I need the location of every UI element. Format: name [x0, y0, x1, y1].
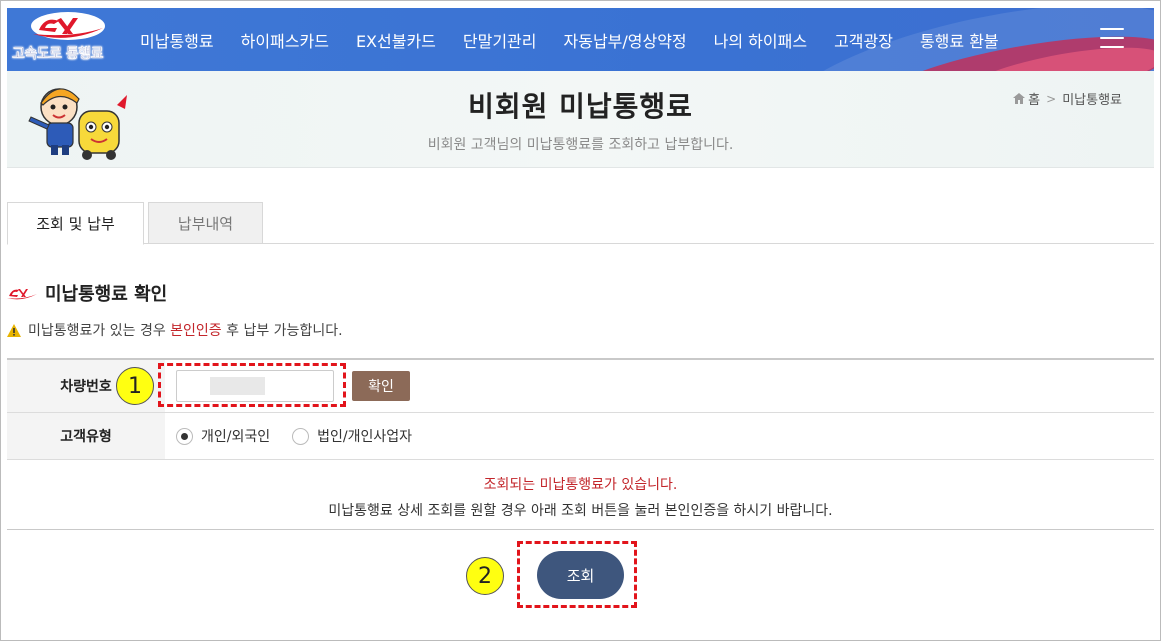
- customer-type-cell: 개인/외국인 법인/개인사업자: [165, 413, 1154, 459]
- result-message-box: 조회되는 미납통행료가 있습니다. 미납통행료 상세 조회를 원할 경우 아래 …: [7, 459, 1154, 530]
- radio-corporate-label: 법인/개인사업자: [317, 429, 413, 445]
- annotation-highlight-box: [517, 541, 637, 608]
- radio-individual[interactable]: 개인/외국인: [176, 426, 270, 446]
- result-description: 미납통행료 상세 조회를 원할 경우 아래 조회 버튼을 눌러 본인인증을 하시…: [328, 503, 833, 519]
- hamburger-menu-icon[interactable]: [1100, 28, 1124, 48]
- form-row-customer-type: 고객유형 개인/외국인 법인/개인사업자: [7, 413, 1154, 460]
- menu-item-unpaid-toll[interactable]: 미납통행료: [140, 28, 214, 52]
- ex-logo-icon: [7, 289, 37, 300]
- logo-text: 고속도로 통행료: [12, 46, 104, 62]
- radio-unselected-icon: [292, 427, 310, 445]
- menu-item-toll-refund[interactable]: 통행료 환불: [920, 28, 999, 52]
- warning-icon: [7, 323, 21, 337]
- home-icon: [1013, 93, 1026, 104]
- tab-search-and-pay[interactable]: 조회 및 납부: [7, 202, 144, 245]
- section-heading: 미납통행료 확인: [7, 280, 167, 306]
- tab-payment-history[interactable]: 납부내역: [148, 202, 263, 244]
- step-badge: 2: [466, 557, 504, 595]
- page-banner: 비회원 미납통행료 비회원 고객님의 미납통행료를 조회하고 납부합니다. 홈 …: [7, 71, 1154, 168]
- menu-item-ex-prepaid-card[interactable]: EX선불카드: [356, 28, 436, 52]
- page-title: 비회원 미납통행료: [468, 90, 693, 123]
- menu-item-device-management[interactable]: 단말기관리: [463, 28, 537, 52]
- step-badge: 1: [116, 367, 154, 405]
- breadcrumb-home[interactable]: 홈: [1028, 89, 1040, 108]
- menu-item-hipass-card[interactable]: 하이패스카드: [241, 28, 329, 52]
- breadcrumb-current: 미납통행료: [1062, 93, 1122, 108]
- radio-individual-label: 개인/외국인: [201, 429, 271, 445]
- radio-corporate[interactable]: 법인/개인사업자: [292, 426, 412, 446]
- confirm-button[interactable]: 확인: [352, 371, 410, 401]
- notice-text-pre: 미납통행료가 있는 경우: [28, 323, 171, 339]
- page-subtitle: 비회원 고객님의 미납통행료를 조회하고 납부합니다.: [427, 137, 734, 153]
- main-menu: 미납통행료 하이패스카드 EX선불카드 단말기관리 자동납부/영상약정 나의 하…: [140, 8, 1026, 71]
- radio-selected-icon: [176, 427, 193, 445]
- notice-text-post: 후 납부 가능합니다.: [221, 323, 343, 339]
- menu-item-my-hipass[interactable]: 나의 하이패스: [714, 28, 807, 52]
- ex-logo-icon: [31, 12, 105, 40]
- chevron-right-icon: >: [1046, 91, 1057, 106]
- breadcrumb: 홈 > 미납통행료: [1013, 89, 1122, 108]
- section-title: 미납통행료 확인: [45, 284, 168, 305]
- tab-bar: 조회 및 납부 납부내역: [7, 202, 1154, 245]
- result-alert: 조회되는 미납통행료가 있습니다.: [483, 477, 678, 493]
- menu-item-auto-payment[interactable]: 자동납부/영상약정: [564, 28, 687, 52]
- notice-highlight: 본인인증: [170, 323, 222, 339]
- site-logo[interactable]: 고속도로 통행료: [7, 8, 129, 71]
- menu-item-customer-plaza[interactable]: 고객광장: [834, 28, 893, 52]
- notice-message: 미납통행료가 있는 경우 본인인증 후 납부 가능합니다.: [7, 320, 343, 340]
- annotation-highlight-box: [158, 363, 346, 407]
- customer-type-label: 고객유형: [7, 413, 165, 459]
- top-navigation-bar: 고속도로 통행료 미납통행료 하이패스카드 EX선불카드 단말기관리 자동납부/…: [7, 8, 1154, 71]
